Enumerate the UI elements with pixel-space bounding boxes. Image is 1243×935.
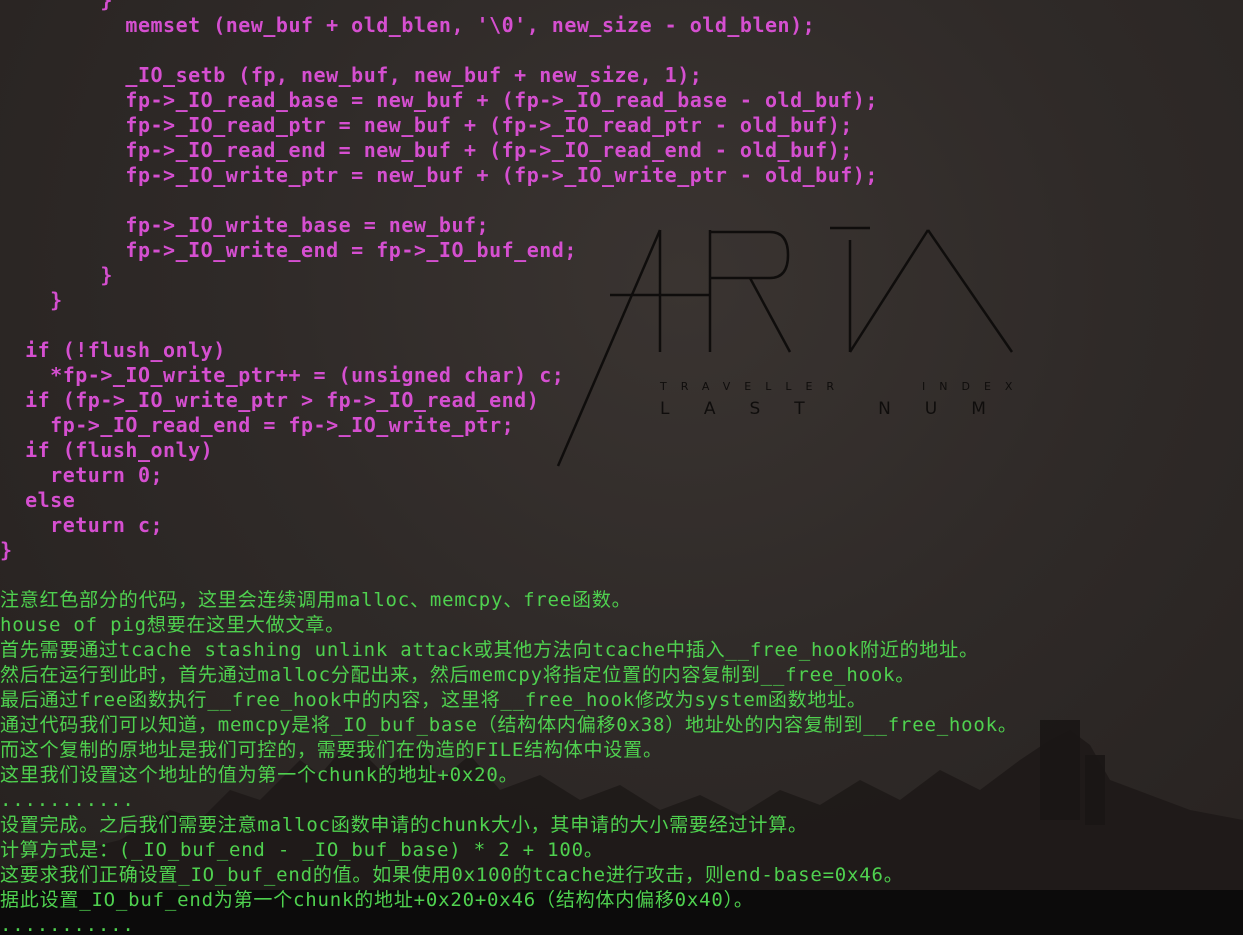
note-line: 然后在运行到此时，首先通过malloc分配出来，然后memcpy将指定位置的内容… (0, 664, 916, 686)
note-line: ........... (0, 914, 135, 935)
code-line: else (0, 488, 76, 512)
code-line: *fp->_IO_write_ptr++ = (unsigned char) c… (0, 363, 565, 387)
code-line: fp->_IO_read_end = fp->_IO_write_ptr; (0, 413, 515, 437)
terminal-output: } memset (new_buf + old_blen, '\0', new_… (0, 0, 1243, 935)
note-line: 而这个复制的原地址是我们可控的，需要我们在伪造的FILE结构体中设置。 (0, 739, 663, 761)
note-line: 首先需要通过tcache stashing unlink attack或其他方法… (0, 639, 979, 661)
note-line: 注意红色部分的代码，这里会连续调用malloc、memcpy、free函数。 (0, 589, 632, 611)
note-line: 设置完成。之后我们需要注意malloc函数申请的chunk大小，其申请的大小需要… (0, 814, 808, 836)
code-line: fp->_IO_read_end = new_buf + (fp->_IO_re… (0, 138, 853, 162)
code-line: fp->_IO_write_end = fp->_IO_buf_end; (0, 238, 577, 262)
code-line: return 0; (0, 463, 164, 487)
code-line: fp->_IO_read_ptr = new_buf + (fp->_IO_re… (0, 113, 853, 137)
note-line: 据此设置_IO_buf_end为第一个chunk的地址+0x20+0x46（结构… (0, 889, 754, 911)
code-line: if (!flush_only) (0, 338, 226, 362)
code-line: memset (new_buf + old_blen, '\0', new_si… (0, 13, 816, 37)
note-line: 最后通过free函数执行__free_hook中的内容，这里将__free_ho… (0, 689, 867, 711)
code-line: fp->_IO_write_base = new_buf; (0, 213, 490, 237)
code-line: fp->_IO_read_base = new_buf + (fp->_IO_r… (0, 88, 878, 112)
code-line: } (0, 0, 113, 12)
note-line: 这里我们设置这个地址的值为第一个chunk的地址+0x20。 (0, 764, 519, 786)
note-line: 这要求我们正确设置_IO_buf_end的值。如果使用0x100的tcache进… (0, 864, 904, 886)
note-line: 通过代码我们可以知道，memcpy是将_IO_buf_base（结构体内偏移0x… (0, 714, 1018, 736)
code-line: if (fp->_IO_write_ptr > fp->_IO_read_end… (0, 388, 540, 412)
code-line: if (flush_only) (0, 438, 214, 462)
note-line: ........... (0, 789, 135, 811)
code-line: } (0, 538, 13, 562)
code-line: fp->_IO_write_ptr = new_buf + (fp->_IO_w… (0, 163, 878, 187)
note-line: house of pig想要在这里大做文章。 (0, 614, 345, 636)
code-line: } (0, 263, 113, 287)
code-line: return c; (0, 513, 164, 537)
note-line: 计算方式是：(_IO_buf_end - _IO_buf_base) * 2 +… (0, 839, 604, 861)
code-line: } (0, 288, 63, 312)
code-line: _IO_setb (fp, new_buf, new_buf + new_siz… (0, 63, 703, 87)
